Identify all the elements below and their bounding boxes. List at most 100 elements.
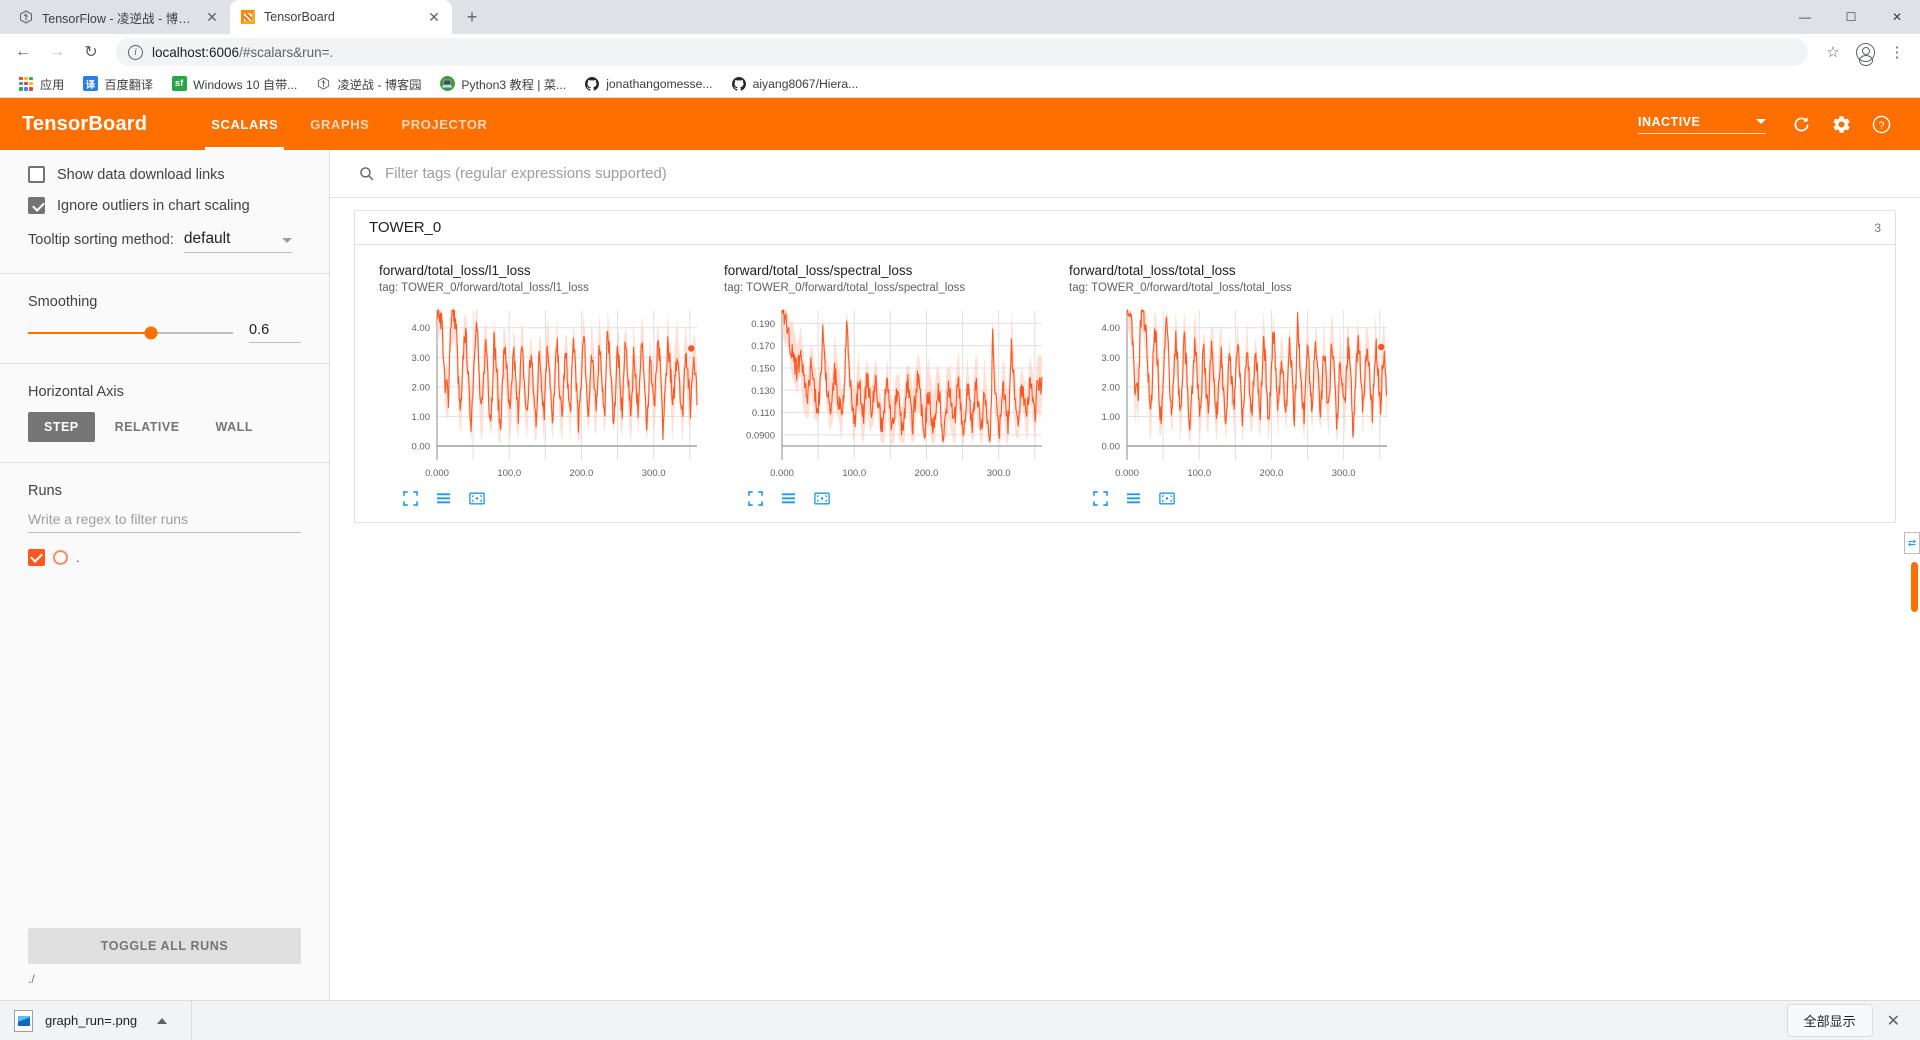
run-item[interactable]: . bbox=[28, 549, 301, 566]
tab-projector[interactable]: PROJECTOR bbox=[385, 98, 503, 150]
bookmark-label: 应用 bbox=[40, 77, 65, 92]
horizontal-axis-options: STEP RELATIVE WALL bbox=[28, 412, 301, 442]
smoothing-value-input[interactable]: 0.6 bbox=[249, 322, 301, 343]
slider-thumb[interactable] bbox=[144, 326, 158, 339]
toggle-all-runs-button[interactable]: TOGGLE ALL RUNS bbox=[28, 928, 301, 964]
tag-filter-bar: Filter tags (regular expressions support… bbox=[330, 150, 1920, 198]
bookmark-label: 百度翻译 bbox=[104, 77, 154, 92]
show-all-downloads-button[interactable]: 全部显示 bbox=[1786, 1004, 1873, 1037]
close-icon[interactable]: ✕ bbox=[204, 9, 220, 25]
browser-tab-0[interactable]: TensorFlow - 凌逆战 - 博客园 ✕ bbox=[8, 0, 230, 34]
kebab-menu-icon[interactable]: ⋮ bbox=[1882, 37, 1912, 67]
tensorboard-header: TensorBoard SCALARS GRAPHS PROJECTOR INA… bbox=[0, 98, 1920, 150]
svg-text:0.00: 0.00 bbox=[412, 441, 431, 452]
window-close-button[interactable]: ✕ bbox=[1874, 0, 1920, 34]
expand-chart-icon[interactable] bbox=[748, 491, 763, 506]
chevron-down-icon bbox=[281, 238, 292, 243]
checkbox-show-data-download-links[interactable]: Show data download links bbox=[28, 166, 301, 183]
checkbox-icon[interactable] bbox=[28, 197, 45, 214]
resize-handle[interactable]: ⇄ bbox=[1904, 532, 1920, 554]
bookmark-baidu-translate[interactable]: 译 百度翻译 bbox=[74, 72, 161, 96]
bookmark-runoob[interactable]: 💻 Python3 教程 | 菜... bbox=[431, 72, 574, 96]
expand-chart-icon[interactable] bbox=[403, 491, 418, 506]
svg-text:300.0: 300.0 bbox=[987, 468, 1011, 479]
browser-tab-1[interactable]: TensorBoard ✕ bbox=[230, 0, 452, 34]
svg-text:4.00: 4.00 bbox=[1102, 323, 1121, 334]
tab-graphs[interactable]: GRAPHS bbox=[294, 98, 385, 150]
svg-text:1.00: 1.00 bbox=[412, 412, 431, 423]
svg-text:100.0: 100.0 bbox=[1187, 468, 1211, 479]
tag-group-header[interactable]: TOWER_0 3 bbox=[355, 211, 1895, 245]
forward-icon[interactable]: → bbox=[42, 37, 72, 67]
sidebar-footer-path: ./ bbox=[28, 972, 35, 986]
chart-plot[interactable]: 0.00 1.00 2.00 3.00 4.00 0.000 100.0 200.0 300.0 bbox=[379, 302, 704, 487]
tab-label: SCALARS bbox=[211, 116, 279, 132]
tag-group-count: 3 bbox=[1874, 220, 1881, 235]
chart-card-l1-loss: forward/total_loss/l1_loss tag: TOWER_0/… bbox=[369, 255, 714, 506]
help-icon[interactable]: ? bbox=[1864, 107, 1898, 141]
refresh-icon[interactable] bbox=[1784, 107, 1818, 141]
svg-text:200.0: 200.0 bbox=[915, 468, 939, 479]
profile-icon[interactable] bbox=[1850, 37, 1880, 67]
bookmark-github-aiyang[interactable]: aiyang8067/Hiera... bbox=[723, 73, 867, 95]
minimize-button[interactable]: — bbox=[1782, 0, 1828, 34]
close-icon[interactable]: ✕ bbox=[426, 9, 442, 25]
svg-text:0.000: 0.000 bbox=[425, 468, 449, 479]
github-icon bbox=[584, 76, 600, 92]
maximize-button[interactable]: ☐ bbox=[1828, 0, 1874, 34]
chevron-up-icon[interactable] bbox=[157, 1017, 168, 1024]
address-bar[interactable]: i localhost:6006/#scalars&run=. bbox=[116, 38, 1808, 66]
data-series-icon[interactable] bbox=[781, 491, 796, 506]
data-series-icon[interactable] bbox=[436, 491, 451, 506]
axis-option-wall[interactable]: WALL bbox=[200, 412, 269, 442]
checkbox-ignore-outliers[interactable]: Ignore outliers in chart scaling bbox=[28, 197, 301, 214]
axis-option-relative[interactable]: RELATIVE bbox=[99, 412, 196, 442]
tab-scalars[interactable]: SCALARS bbox=[195, 98, 294, 150]
chart-plot[interactable]: 0.0900 0.110 0.130 0.150 0.170 0.190 0.000 100.… bbox=[724, 302, 1049, 487]
expand-chart-icon[interactable] bbox=[1093, 491, 1108, 506]
fit-domain-icon[interactable] bbox=[814, 491, 830, 506]
chart-toolbar bbox=[1069, 491, 1394, 506]
tab-label: GRAPHS bbox=[310, 116, 370, 132]
bookmark-github-jonathan[interactable]: jonathangomesse... bbox=[576, 73, 720, 95]
fit-domain-icon[interactable] bbox=[1159, 491, 1175, 506]
axis-option-step[interactable]: STEP bbox=[28, 412, 95, 442]
scrollbar-thumb[interactable] bbox=[1911, 562, 1918, 612]
bookmark-apps[interactable]: 应用 bbox=[10, 72, 72, 96]
reload-mode-select[interactable]: INACTIVE bbox=[1638, 115, 1766, 134]
settings-gear-icon[interactable] bbox=[1824, 107, 1858, 141]
github-icon bbox=[731, 76, 747, 92]
new-tab-button[interactable]: + bbox=[458, 3, 486, 31]
star-icon[interactable]: ☆ bbox=[1818, 37, 1848, 67]
tensorflow-icon bbox=[315, 76, 331, 92]
smoothing-slider[interactable] bbox=[28, 326, 233, 339]
search-input[interactable]: Filter tags (regular expressions support… bbox=[385, 165, 667, 182]
reload-icon[interactable]: ↻ bbox=[76, 37, 106, 67]
svg-text:0.190: 0.190 bbox=[751, 319, 775, 330]
runs-filter-input[interactable]: Write a regex to filter runs bbox=[28, 511, 301, 533]
baidu-translate-icon: 译 bbox=[82, 76, 98, 92]
svg-text:0.110: 0.110 bbox=[752, 408, 775, 419]
slider-fill bbox=[28, 331, 151, 334]
run-checkbox-icon[interactable] bbox=[28, 549, 45, 566]
download-bar: graph_run=.png 全部显示 ✕ bbox=[0, 1000, 1920, 1040]
checkbox-icon[interactable] bbox=[28, 166, 45, 183]
main-nav: SCALARS GRAPHS PROJECTOR bbox=[195, 98, 503, 150]
data-series-icon[interactable] bbox=[1126, 491, 1141, 506]
fit-domain-icon[interactable] bbox=[469, 491, 485, 506]
browser-tab-title: TensorFlow - 凌逆战 - 博客园 bbox=[42, 11, 196, 26]
main-content: Filter tags (regular expressions support… bbox=[330, 150, 1920, 1000]
tooltip-sorting-select[interactable]: default bbox=[183, 230, 292, 253]
bookmark-windows10[interactable]: sf Windows 10 自带... bbox=[163, 72, 305, 96]
info-icon[interactable]: i bbox=[128, 44, 143, 60]
bookmark-cnblogs[interactable]: 凌逆战 - 博客园 bbox=[307, 72, 429, 96]
chart-tag: tag: TOWER_0/forward/total_loss/l1_loss bbox=[379, 281, 589, 294]
svg-text:4.00: 4.00 bbox=[412, 323, 431, 334]
download-item[interactable]: graph_run=.png bbox=[14, 1000, 193, 1040]
chart-plot[interactable]: 0.00 1.00 2.00 3.00 4.00 0.000 100.0 200.0 300.0 bbox=[1069, 302, 1394, 487]
back-icon[interactable]: ← bbox=[8, 37, 38, 67]
svg-text:0.170: 0.170 bbox=[751, 341, 775, 352]
close-download-bar-icon[interactable]: ✕ bbox=[1887, 1011, 1906, 1031]
download-file-name: graph_run=.png bbox=[45, 1013, 138, 1028]
plus-icon: + bbox=[466, 6, 478, 27]
